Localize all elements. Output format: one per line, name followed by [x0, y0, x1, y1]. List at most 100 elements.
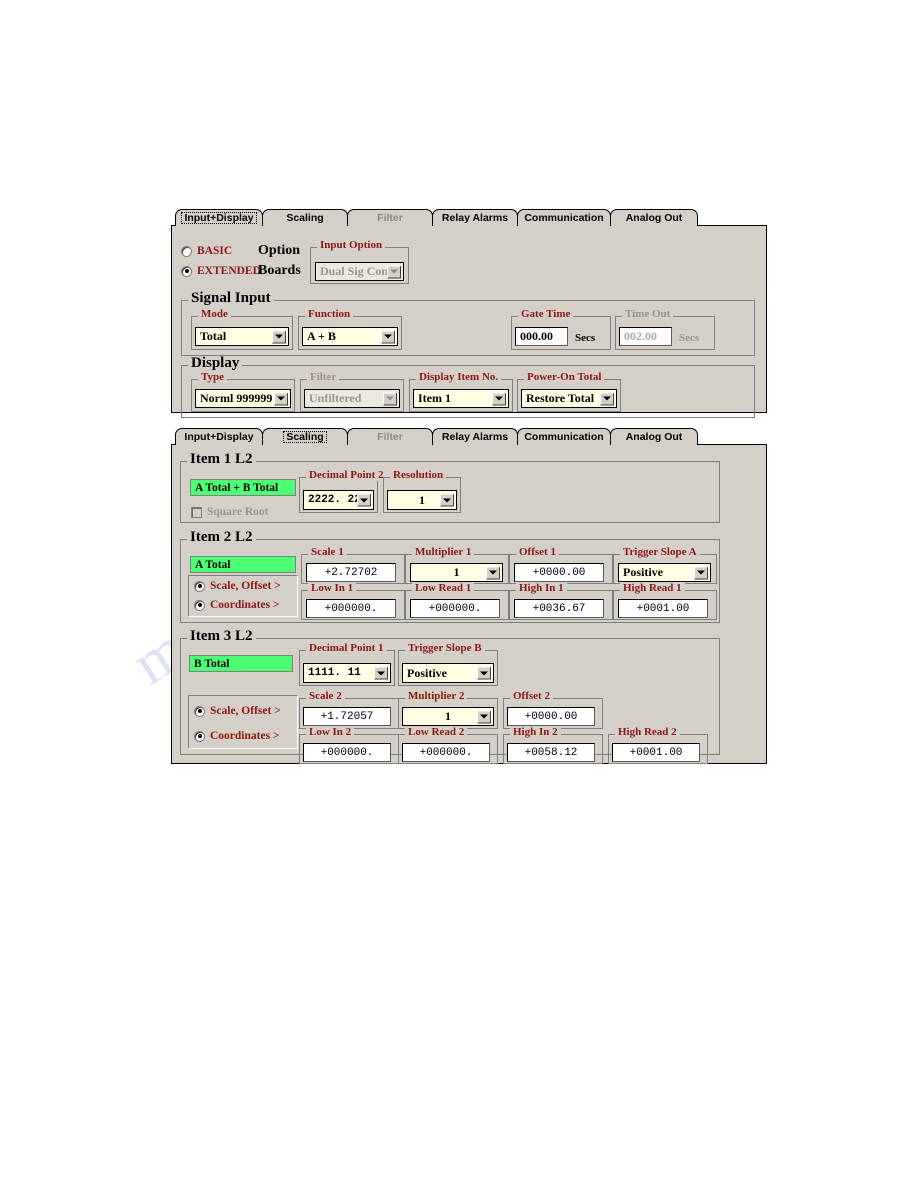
chevron-down-icon[interactable] — [272, 330, 286, 343]
tab-relay-alarms[interactable]: Relay Alarms — [432, 209, 518, 226]
item3-coordinates-label: Coordinates > — [210, 730, 280, 742]
radio-extended[interactable]: EXTENDED — [181, 265, 261, 277]
tab-scaling[interactable]: Scaling — [262, 209, 348, 226]
display-item-no-combo[interactable]: Item 1 — [413, 389, 509, 408]
function-value: A + B — [307, 329, 336, 343]
item3-scale-offset-radio[interactable]: Scale, Offset > — [194, 705, 281, 717]
power-on-total-title: Power-On Total — [524, 372, 605, 383]
resolution-combo[interactable]: 1 — [387, 490, 457, 510]
high-read-2-field[interactable]: +0001.00 — [612, 743, 700, 762]
item3-coordinates-radio[interactable]: Coordinates > — [194, 730, 279, 742]
scale-1-field[interactable]: +2.72702 — [306, 563, 396, 582]
chevron-down-icon[interactable] — [492, 392, 506, 405]
multiplier-2-combo[interactable]: 1 — [402, 707, 494, 726]
chevron-down-icon[interactable] — [387, 265, 401, 278]
tab2-scaling[interactable]: Scaling — [262, 428, 348, 445]
type-title: Type — [198, 372, 228, 383]
tab-filter-label: Filter — [377, 211, 403, 224]
trigger-slope-a-combo[interactable]: Positive — [618, 563, 711, 582]
item2-coordinates-radio[interactable]: Coordinates > — [194, 599, 279, 611]
trigger-slope-b-combo[interactable]: Positive — [402, 663, 494, 683]
chevron-down-icon[interactable] — [374, 666, 388, 680]
function-combo[interactable]: A + B — [302, 327, 398, 346]
chevron-down-icon[interactable] — [381, 330, 395, 343]
chevron-down-icon[interactable] — [600, 392, 614, 405]
panel1-tabstrip: Input+Display Scaling Filter Relay Alarm… — [171, 208, 767, 226]
panel2-tabstrip: Input+Display Scaling Filter Relay Alarm… — [171, 427, 767, 445]
time-out-field[interactable]: 002.00 — [619, 327, 672, 346]
decimal-point-2-combo[interactable]: 2222. 22 — [303, 490, 374, 510]
filter-value: Unfiltered — [309, 391, 362, 405]
chevron-down-icon[interactable] — [274, 392, 288, 405]
display-title: Display — [188, 356, 243, 371]
decimal-point-1-title: Decimal Point 1 — [306, 643, 387, 654]
input-option-title: Input Option — [317, 240, 386, 251]
gate-time-unit: Secs — [575, 332, 596, 344]
chevron-down-icon[interactable] — [440, 493, 454, 507]
high-read-1-field[interactable]: +0001.00 — [618, 599, 708, 618]
type-combo[interactable]: Norml 999999 — [195, 389, 291, 408]
time-out-value: 002.00 — [624, 329, 657, 343]
high-in-1-field[interactable]: +0036.67 — [514, 599, 604, 618]
low-read-1-value: +000000. — [428, 602, 482, 615]
gate-time-field[interactable]: 000.00 — [515, 327, 568, 346]
input-display-panel: Input+Display Scaling Filter Relay Alarm… — [171, 208, 767, 418]
mode-combo[interactable]: Total — [195, 327, 289, 346]
chevron-down-icon[interactable] — [383, 392, 397, 405]
tab2-communication-label: Communication — [524, 430, 604, 443]
item2-tag: A Total — [190, 556, 296, 573]
decimal-point-2-title: Decimal Point 2 — [306, 470, 387, 481]
item2-scale-offset-radio[interactable]: Scale, Offset > — [194, 580, 281, 592]
item1-title: Item 1 L2 — [187, 452, 256, 467]
input-option-combo[interactable]: Dual Sig Cond — [315, 262, 404, 281]
scale-1-value: +2.72702 — [324, 566, 378, 579]
scale-2-field[interactable]: +1.72057 — [303, 707, 391, 726]
checkbox-icon — [191, 506, 202, 518]
low-in-1-field[interactable]: +000000. — [306, 599, 396, 618]
low-read-2-field[interactable]: +000000. — [402, 743, 490, 762]
offset-2-field[interactable]: +0000.00 — [507, 707, 595, 726]
offset-1-title: Offset 1 — [516, 547, 559, 558]
power-on-total-combo[interactable]: Restore Total — [521, 389, 617, 408]
radio-dot — [194, 730, 205, 742]
low-in-1-title: Low In 1 — [308, 583, 357, 594]
multiplier-1-combo[interactable]: 1 — [410, 563, 503, 582]
trigger-slope-a-title: Trigger Slope A — [620, 547, 700, 558]
tab2-relay-alarms[interactable]: Relay Alarms — [432, 428, 518, 445]
chevron-down-icon[interactable] — [477, 666, 491, 680]
offset-1-field[interactable]: +0000.00 — [514, 563, 604, 582]
tab2-input-display[interactable]: Input+Display — [175, 428, 263, 445]
tab2-input-display-label: Input+Display — [184, 430, 254, 443]
chevron-down-icon[interactable] — [486, 566, 500, 579]
tab2-filter-label: Filter — [377, 430, 403, 443]
low-in-2-field[interactable]: +000000. — [303, 743, 391, 762]
low-read-1-field[interactable]: +000000. — [410, 599, 500, 618]
chevron-down-icon[interactable] — [477, 710, 491, 723]
decimal-point-1-combo[interactable]: 1111. 11 — [303, 663, 391, 683]
tab-input-display[interactable]: Input+Display — [175, 209, 263, 226]
tab2-analog-out[interactable]: Analog Out — [610, 428, 698, 445]
trigger-slope-a-value: Positive — [623, 565, 663, 579]
square-root-checkbox[interactable]: Square Root — [191, 506, 268, 518]
scaling-panel: Input+Display Scaling Filter Relay Alarm… — [171, 427, 767, 764]
chevron-down-icon[interactable] — [357, 493, 371, 507]
tab2-filter[interactable]: Filter — [347, 428, 433, 445]
filter-combo[interactable]: Unfiltered — [304, 389, 400, 408]
item2-tag-label: A Total — [195, 558, 231, 571]
filter-title: Filter — [307, 372, 340, 383]
power-on-total-value: Restore Total — [526, 391, 595, 405]
gate-time-title: Gate Time — [518, 309, 574, 320]
item2-scale-offset-label: Scale, Offset > — [210, 580, 281, 592]
display-item-no-value: Item 1 — [418, 391, 451, 405]
radio-basic[interactable]: BASIC — [181, 245, 232, 257]
tab-analog-out-label: Analog Out — [625, 211, 683, 224]
high-in-2-field[interactable]: +0058.12 — [507, 743, 595, 762]
tab-filter[interactable]: Filter — [347, 209, 433, 226]
tab2-communication[interactable]: Communication — [517, 428, 611, 445]
tab-relay-alarms-label: Relay Alarms — [441, 211, 509, 224]
chevron-down-icon[interactable] — [694, 566, 708, 579]
item2-coordinates-label: Coordinates > — [210, 599, 280, 611]
tab-communication[interactable]: Communication — [517, 209, 611, 226]
tab-analog-out[interactable]: Analog Out — [610, 209, 698, 226]
offset-1-value: +0000.00 — [532, 566, 586, 579]
